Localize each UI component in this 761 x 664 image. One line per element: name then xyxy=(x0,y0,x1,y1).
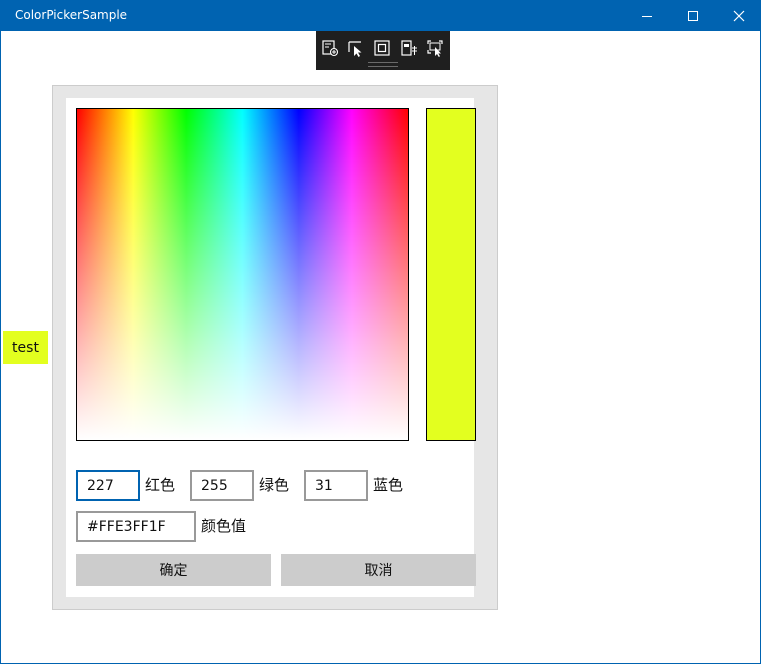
display-layout-adorners-button[interactable] xyxy=(373,39,391,57)
test-button[interactable]: test xyxy=(3,331,48,364)
cancel-button-label: 取消 xyxy=(364,563,393,579)
close-icon xyxy=(733,10,745,21)
display-layout-adorners-icon xyxy=(374,40,390,56)
green-label: 绿色 xyxy=(259,476,290,494)
test-button-label: test xyxy=(12,339,39,356)
select-element-button[interactable] xyxy=(347,39,365,57)
minimize-button[interactable] xyxy=(624,0,670,31)
hex-value-input[interactable] xyxy=(76,511,196,542)
preview-selection-icon xyxy=(427,40,443,57)
color-picker-panel: 红色 绿色 蓝色 颜色值 确定 取消 xyxy=(52,85,498,610)
xaml-debug-toolbar xyxy=(316,31,450,70)
blue-label: 蓝色 xyxy=(373,476,404,494)
cancel-button[interactable]: 取消 xyxy=(281,554,476,586)
toolbar-grip[interactable] xyxy=(368,62,398,67)
ok-button-label: 确定 xyxy=(159,563,188,579)
blue-input[interactable] xyxy=(304,470,368,501)
live-visual-tree-icon xyxy=(322,40,339,57)
red-label: 红色 xyxy=(145,476,176,494)
title-bar[interactable]: ColorPickerSample xyxy=(1,0,761,31)
preview-selection-button[interactable] xyxy=(426,39,444,57)
color-picker-content: 红色 绿色 蓝色 颜色值 确定 取消 xyxy=(66,98,476,597)
color-preview-swatch xyxy=(426,108,476,441)
red-input[interactable] xyxy=(76,470,140,501)
window-title: ColorPickerSample xyxy=(15,8,128,22)
ok-button[interactable]: 确定 xyxy=(76,554,271,586)
live-visual-tree-button[interactable] xyxy=(321,39,339,57)
close-button[interactable] xyxy=(716,0,761,31)
track-focus-button[interactable] xyxy=(400,39,418,57)
app-window: ColorPickerSample test 227 红色 255 绿色 31 … xyxy=(0,0,761,664)
track-focus-icon xyxy=(401,40,417,56)
maximize-icon xyxy=(688,10,698,21)
hex-value-label: 颜色值 xyxy=(201,517,247,535)
maximize-button[interactable] xyxy=(670,0,716,31)
select-element-icon xyxy=(348,41,362,57)
green-input[interactable] xyxy=(190,470,254,501)
color-spectrum[interactable] xyxy=(76,108,409,441)
minimize-icon xyxy=(642,15,652,17)
